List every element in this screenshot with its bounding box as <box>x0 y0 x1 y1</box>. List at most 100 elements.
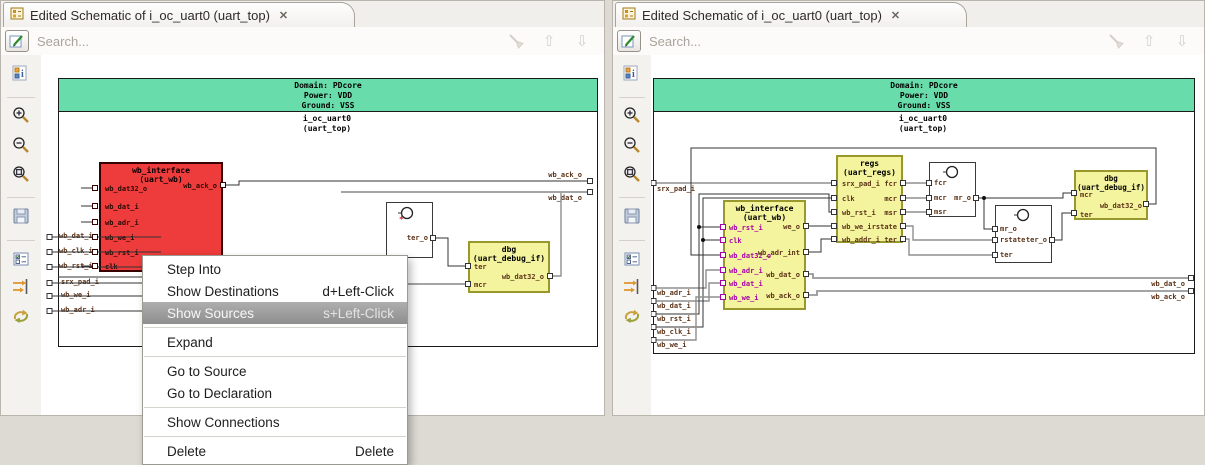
menu-separator <box>144 407 406 408</box>
tab-close-icon[interactable]: ✕ <box>891 9 900 22</box>
signal-arrows-icon <box>13 279 28 294</box>
trace-signals-button[interactable] <box>11 277 31 297</box>
port-wb-ack-o[interactable]: wb_ack_o <box>548 172 582 179</box>
menu-separator <box>144 356 406 357</box>
menu-item-delete[interactable]: Delete Delete <box>143 440 407 462</box>
right-schematic-canvas[interactable]: Domain: PDcore Power: VDD Ground: VSS i_… <box>651 55 1204 415</box>
menu-item-expand[interactable]: Expand <box>143 331 407 353</box>
search-next-icon[interactable]: ⇩ <box>572 31 592 51</box>
trace-signals-button[interactable] <box>622 277 642 297</box>
port-wb-adr-i[interactable]: wb_adr_i <box>61 307 95 314</box>
clear-search-icon[interactable] <box>506 31 526 51</box>
save-button[interactable] <box>11 206 31 226</box>
filter-settings-button[interactable] <box>622 249 642 269</box>
context-menu: Step Into Show Destinations d+Left-Click … <box>142 255 408 465</box>
left-schematic-toolbar: i <box>1 55 42 415</box>
zoom-in-button[interactable] <box>622 105 642 125</box>
svg-text:i: i <box>632 69 635 80</box>
sync-arrows-icon <box>624 309 640 323</box>
sync-arrows-icon <box>13 309 29 323</box>
properties-icon: i <box>623 65 638 81</box>
right-schematic-toolbar: i <box>613 55 652 415</box>
save-button[interactable] <box>622 206 642 226</box>
properties-icon: i <box>12 65 27 81</box>
port-wb-clk-i[interactable]: wb_clk_i <box>657 329 691 336</box>
port-srx-pad-i[interactable]: srx_pad_i <box>61 279 99 286</box>
block-logic-cell-1[interactable]: fcr mcr msr mr_o <box>929 162 976 217</box>
port-wb-dat-i[interactable]: wb_dat_i <box>657 303 691 310</box>
port-wb-dat-o[interactable]: wb_dat_o <box>1151 281 1185 288</box>
search-input[interactable] <box>645 33 1106 49</box>
right-tab-bar: Edited Schematic of i_oc_uart0 (uart_top… <box>613 1 1204 28</box>
port-wb-dat-i[interactable]: wb_dat_i <box>59 233 93 240</box>
port-wb-ack-o[interactable]: wb_ack_o <box>1151 294 1185 301</box>
left-editor-pane: Edited Schematic of i_oc_uart0 (uart_top… <box>0 0 605 465</box>
zoom-out-icon <box>624 137 640 153</box>
port-wb-we-i[interactable]: wb_we_i <box>61 292 91 299</box>
search-next-icon[interactable]: ⇩ <box>1172 31 1192 51</box>
search-input[interactable] <box>33 33 506 49</box>
right-editor-pane: Edited Schematic of i_oc_uart0 (uart_top… <box>612 0 1205 416</box>
zoom-out-button[interactable] <box>11 135 31 155</box>
block-logic-cell[interactable]: ter_o <box>386 202 433 258</box>
block-regs[interactable]: regs (uart_regs) srx_pad_i clk wb_rst_i … <box>836 155 903 244</box>
block-dbg[interactable]: dbg (uart_debug_if) ter mcr wb_dat32_o <box>468 241 550 293</box>
schematic-tab-icon <box>10 6 24 25</box>
signal-arrows-icon <box>624 279 639 294</box>
port-wb-we-i[interactable]: wb_we_i <box>657 342 687 349</box>
port-wb-dat-o[interactable]: wb_dat_o <box>548 195 582 202</box>
edit-pencil-icon <box>621 35 635 48</box>
block-dbg[interactable]: dbg (uart_debug_if) mcr ter wb_dat32_o <box>1074 170 1148 220</box>
port-wb-rst-i[interactable]: wb_rst_i <box>59 263 93 270</box>
filter-settings-button[interactable] <box>11 249 31 269</box>
right-search-bar: ⇧ ⇩ <box>613 27 1204 56</box>
properties-button[interactable]: i <box>622 63 642 83</box>
left-content: i Domain: PDcore Power: VDD Ground: VSS … <box>1 55 604 465</box>
properties-button[interactable]: i <box>11 63 31 83</box>
block-logic-cell-2[interactable]: mr_o rstate ter ter_o <box>995 205 1052 263</box>
zoom-in-button[interactable] <box>11 105 31 125</box>
search-prev-icon[interactable]: ⇧ <box>1139 31 1159 51</box>
checklist-icon <box>624 252 640 266</box>
save-icon <box>13 208 29 224</box>
menu-item-go-to-declaration[interactable]: Go to Declaration <box>143 382 407 404</box>
port-wb-clk-i[interactable]: wb_clk_i <box>59 248 93 255</box>
tab-title: Edited Schematic of i_oc_uart0 (uart_top… <box>30 7 270 23</box>
menu-separator <box>144 436 406 437</box>
tab-close-icon[interactable]: ✕ <box>279 9 288 22</box>
zoom-fit-icon <box>13 166 29 182</box>
tab-title: Edited Schematic of i_oc_uart0 (uart_top… <box>642 7 882 23</box>
save-icon <box>624 208 640 224</box>
menu-item-show-destinations[interactable]: Show Destinations d+Left-Click <box>143 280 407 302</box>
search-prev-icon[interactable]: ⇧ <box>539 31 559 51</box>
refresh-button[interactable] <box>622 306 642 326</box>
instance-label: i_oc_uart0 (uart_top) <box>898 114 948 133</box>
zoom-in-icon <box>13 107 29 123</box>
clear-search-icon[interactable] <box>1106 31 1126 51</box>
zoom-out-icon <box>13 137 29 153</box>
zoom-in-icon <box>624 107 640 123</box>
zoom-out-button[interactable] <box>622 135 642 155</box>
port-srx-pad-i[interactable]: srx_pad_i <box>657 186 695 193</box>
block-wb-interface[interactable]: wb_interface (uart_wb) wb_rst_i clk wb_d… <box>723 200 806 310</box>
tab-edited-schematic[interactable]: Edited Schematic of i_oc_uart0 (uart_top… <box>615 2 967 27</box>
left-tab-bar: Edited Schematic of i_oc_uart0 (uart_top… <box>1 1 604 28</box>
edit-mode-button[interactable] <box>617 30 641 52</box>
power-domain-banner: Domain: PDcore Power: VDD Ground: VSS <box>654 79 1194 112</box>
svg-text:i: i <box>21 69 24 80</box>
port-wb-rst-i[interactable]: wb_rst_i <box>657 316 691 323</box>
tab-edited-schematic[interactable]: Edited Schematic of i_oc_uart0 (uart_top… <box>3 2 355 27</box>
menu-separator <box>144 327 406 328</box>
edit-mode-button[interactable] <box>5 30 29 52</box>
left-search-bar: ⇧ ⇩ <box>1 27 604 56</box>
port-wb-adr-i[interactable]: wb_adr_i <box>657 290 691 297</box>
right-content: i Domain: PDcore Power: VDD Ground: VSS … <box>613 55 1204 415</box>
zoom-fit-button[interactable] <box>622 164 642 184</box>
menu-item-show-sources[interactable]: Show Sources s+Left-Click <box>143 302 407 324</box>
zoom-fit-button[interactable] <box>11 164 31 184</box>
instance-label: i_oc_uart0 (uart_top) <box>302 114 352 133</box>
menu-item-step-into[interactable]: Step Into <box>143 258 407 280</box>
menu-item-go-to-source[interactable]: Go to Source <box>143 360 407 382</box>
menu-item-show-connections[interactable]: Show Connections <box>143 411 407 433</box>
refresh-button[interactable] <box>11 306 31 326</box>
